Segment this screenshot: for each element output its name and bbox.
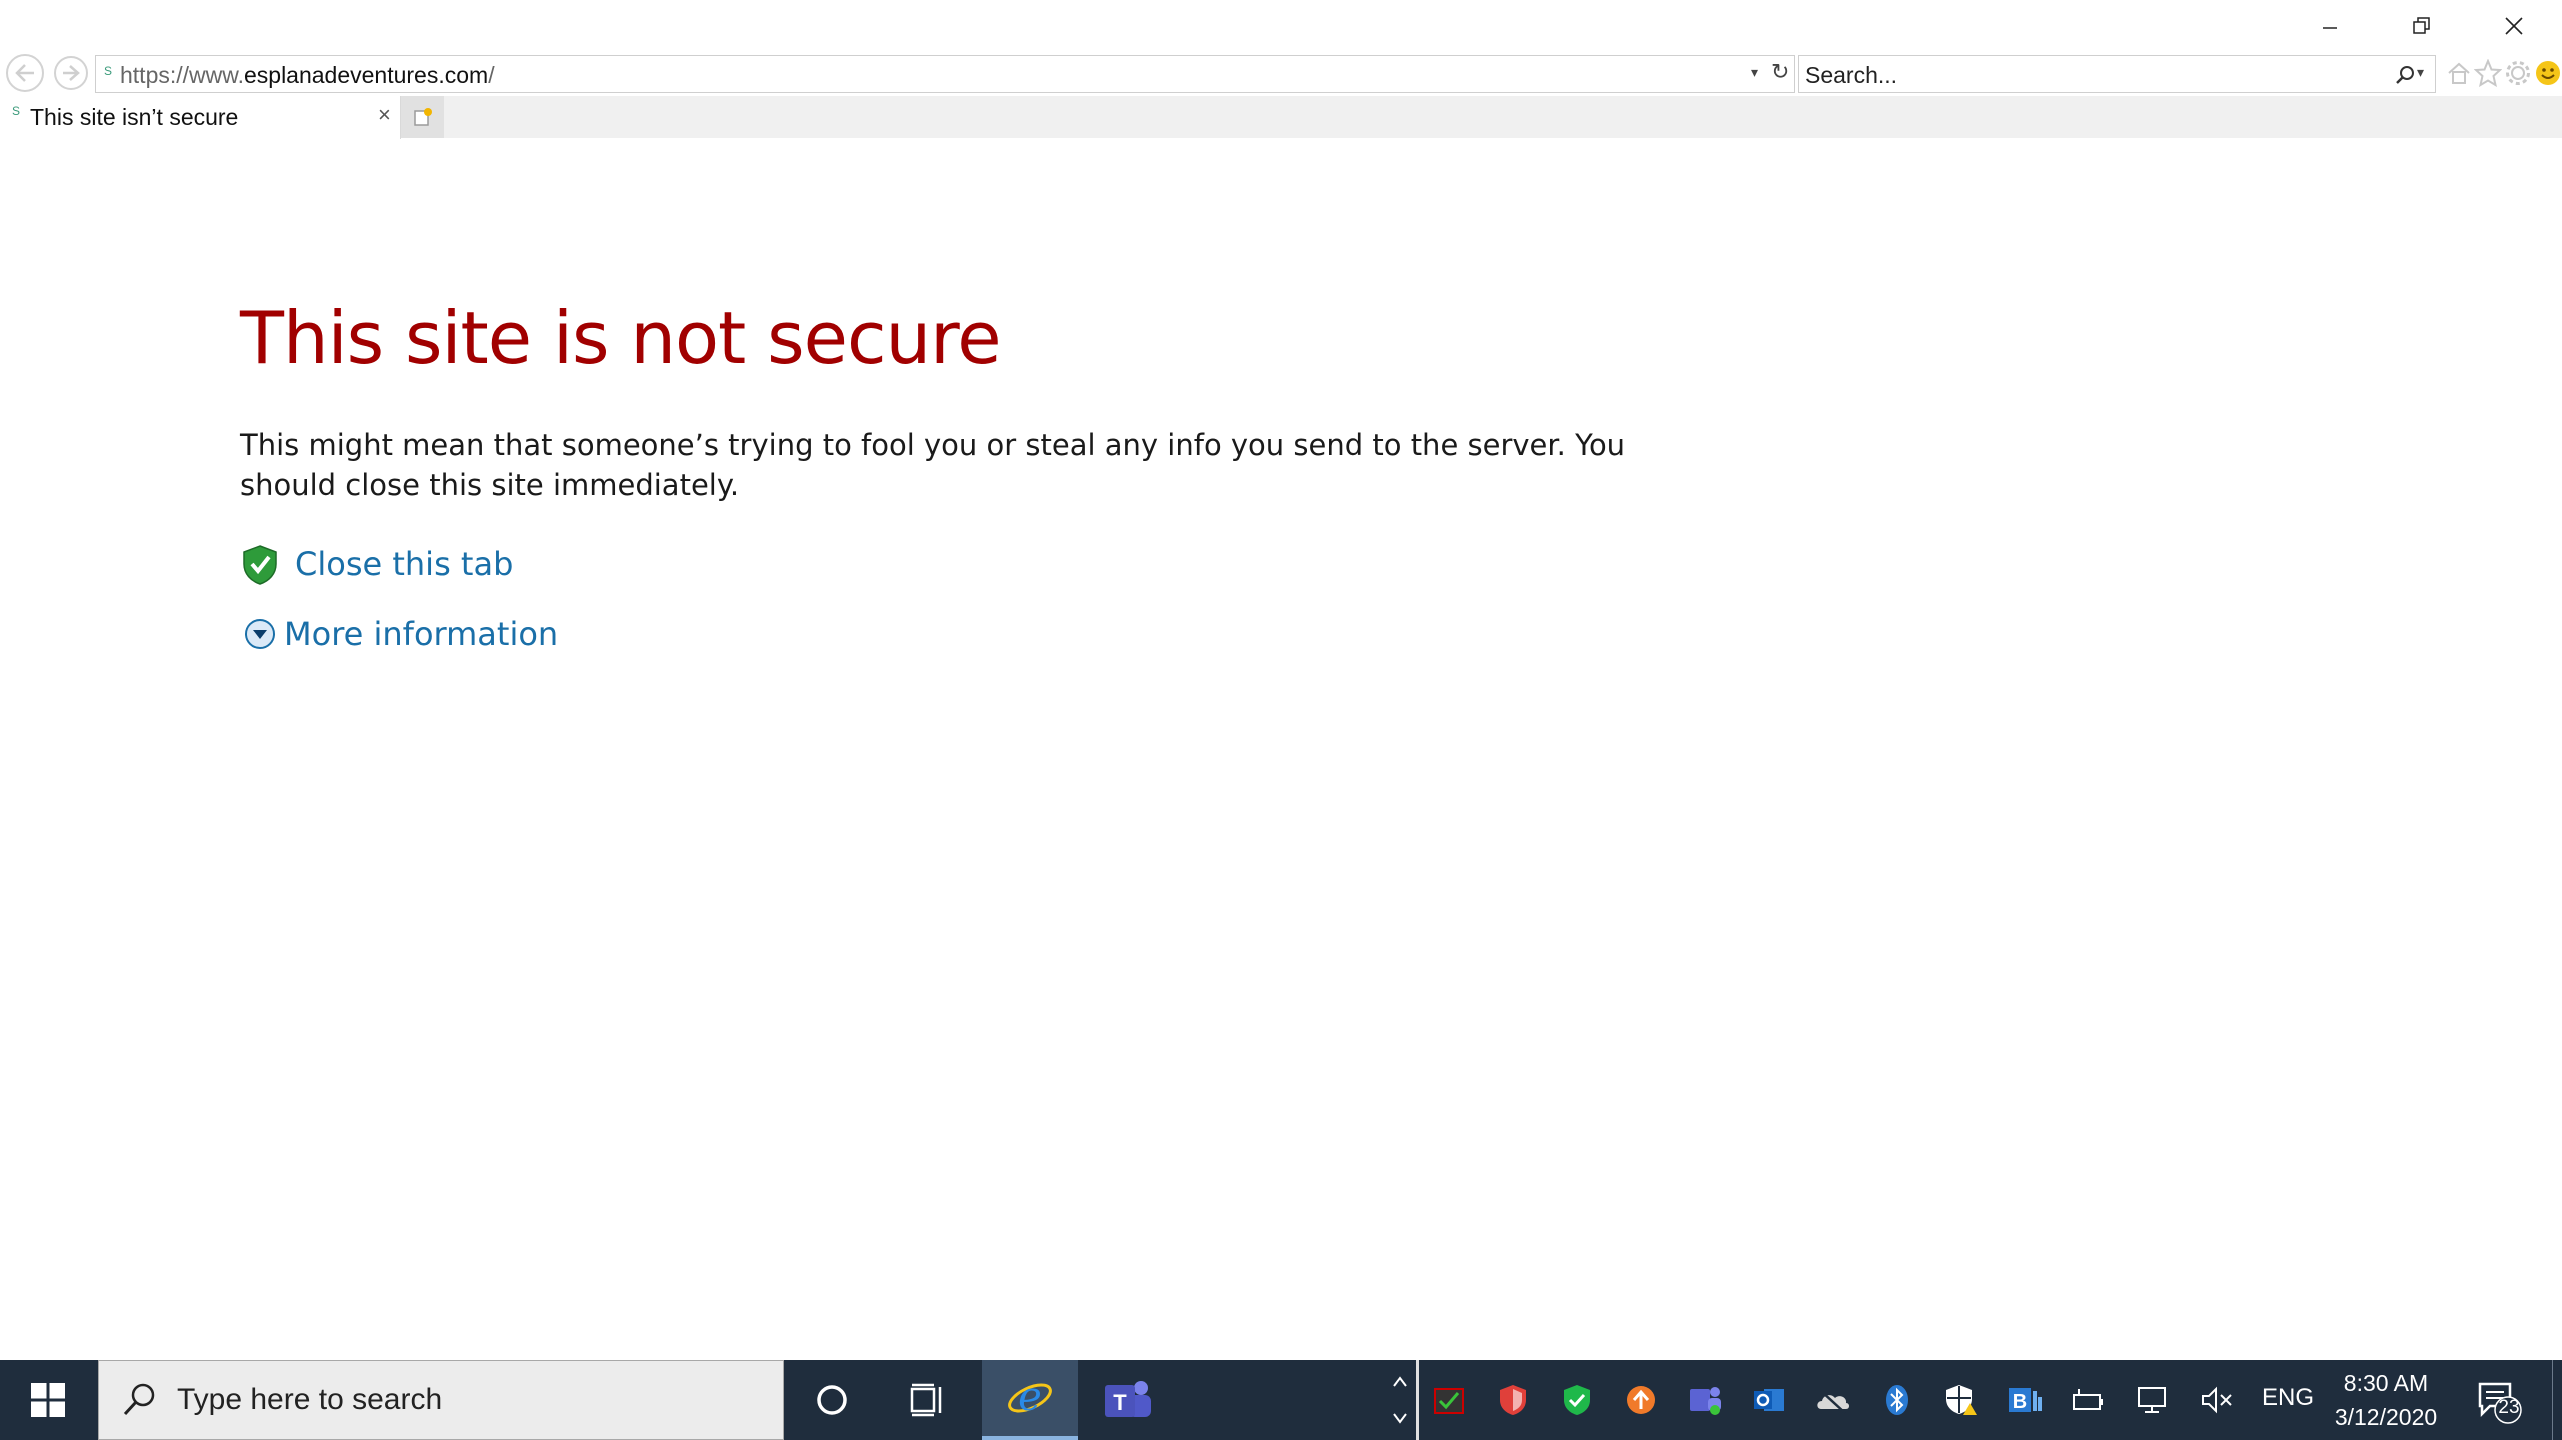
svg-text:T: T	[1113, 1390, 1127, 1415]
taskbar-teams-button[interactable]: T	[1080, 1360, 1176, 1440]
tab-close-icon[interactable]: ×	[378, 102, 391, 128]
taskbar-divider	[1416, 1360, 1419, 1440]
clock-time: 8:30 AM	[2343, 1370, 2429, 1396]
svg-text:e: e	[1018, 1374, 1042, 1420]
task-view-icon	[910, 1383, 942, 1417]
expand-circle-icon[interactable]	[244, 618, 276, 650]
tab-site-icon: S	[12, 104, 21, 118]
shield-check-icon	[243, 545, 277, 585]
cortana-button[interactable]	[784, 1360, 880, 1440]
tray-bluetooth-icon[interactable]	[1878, 1381, 1916, 1419]
notification-count: 23	[2498, 1397, 2520, 1418]
close-icon	[2505, 17, 2523, 35]
taskbar-ie-button[interactable]: e	[982, 1360, 1078, 1440]
page-body-text: This might mean that someone’s trying to…	[240, 428, 1626, 502]
page-title: This site is not secure	[240, 296, 1001, 380]
tray-overflow-button[interactable]	[1384, 1360, 1416, 1440]
search-box[interactable]: Search... ▾	[1798, 55, 2436, 93]
show-desktop-button[interactable]	[2552, 1360, 2562, 1440]
forward-icon	[63, 65, 80, 81]
tray-app-icon-1[interactable]	[1430, 1381, 1468, 1419]
tray-onedrive-icon[interactable]	[1814, 1381, 1852, 1419]
tray-b-app-icon[interactable]: B	[2006, 1381, 2044, 1419]
search-input[interactable]: Search...	[1805, 62, 1897, 89]
start-button[interactable]	[0, 1360, 96, 1440]
minimize-button[interactable]	[2284, 0, 2376, 52]
forward-button[interactable]	[54, 56, 88, 90]
address-bar[interactable]: S https://www.esplanadeventures.com/ ▾ ↻	[95, 55, 1795, 93]
more-information-link[interactable]: More information	[284, 615, 558, 653]
windows-start-icon	[31, 1383, 65, 1417]
search-icon[interactable]	[2395, 65, 2415, 85]
dropdown-icon[interactable]: ▾	[1751, 64, 1758, 81]
teams-icon: T	[1105, 1381, 1151, 1417]
tray-update-icon[interactable]	[1622, 1381, 1660, 1419]
back-icon	[15, 64, 34, 82]
svg-text:B: B	[2013, 1391, 2027, 1413]
new-tab-button[interactable]	[401, 96, 444, 138]
close-window-button[interactable]	[2468, 0, 2560, 52]
smiley-icon[interactable]	[2534, 59, 2562, 87]
tray-battery-icon[interactable]	[2070, 1381, 2108, 1419]
tray-outlook-icon[interactable]	[1750, 1381, 1788, 1419]
language-indicator[interactable]: ENG	[2262, 1384, 2314, 1412]
minimize-icon	[2323, 27, 2337, 29]
tray-security-shield-icon[interactable]	[1494, 1381, 1532, 1419]
restore-icon	[2413, 17, 2430, 34]
refresh-icon[interactable]: ↻	[1771, 59, 1789, 85]
back-button[interactable]	[6, 54, 44, 92]
taskbar-search-box[interactable]: Type here to search	[98, 1360, 784, 1440]
tray-defender-icon[interactable]	[1558, 1381, 1596, 1419]
clock[interactable]: 8:30 AM 3/12/2020	[2330, 1366, 2442, 1434]
search-icon	[123, 1383, 155, 1416]
favorites-icon[interactable]	[2474, 59, 2502, 87]
close-tab-link[interactable]: Close this tab	[295, 545, 513, 583]
search-dropdown-icon[interactable]: ▾	[2417, 64, 2424, 81]
home-icon[interactable]	[2446, 60, 2472, 86]
task-view-button[interactable]	[880, 1360, 976, 1440]
tab-active[interactable]: S This site isn’t secure ×	[0, 96, 401, 139]
clock-date: 3/12/2020	[2334, 1404, 2438, 1430]
address-url: https://www.esplanadeventures.com/	[120, 62, 495, 88]
tab-title: This site isn’t secure	[30, 104, 239, 130]
tray-teams-icon[interactable]	[1686, 1381, 1724, 1419]
tray-network-icon[interactable]	[2134, 1381, 2172, 1419]
restore-button[interactable]	[2376, 0, 2468, 52]
taskbar-search-input[interactable]: Type here to search	[177, 1383, 442, 1417]
site-icon: S	[104, 64, 113, 78]
chevron-up-down-icon	[1393, 1376, 1407, 1424]
new-tab-icon	[413, 108, 432, 126]
cortana-icon	[817, 1385, 847, 1415]
edge-icon: e	[1008, 1374, 1052, 1420]
settings-icon[interactable]	[2504, 59, 2532, 87]
tray-security-center-icon[interactable]	[1942, 1381, 1980, 1419]
tray-volume-muted-icon[interactable]	[2198, 1381, 2236, 1419]
action-center-button[interactable]: 23	[2476, 1378, 2526, 1426]
